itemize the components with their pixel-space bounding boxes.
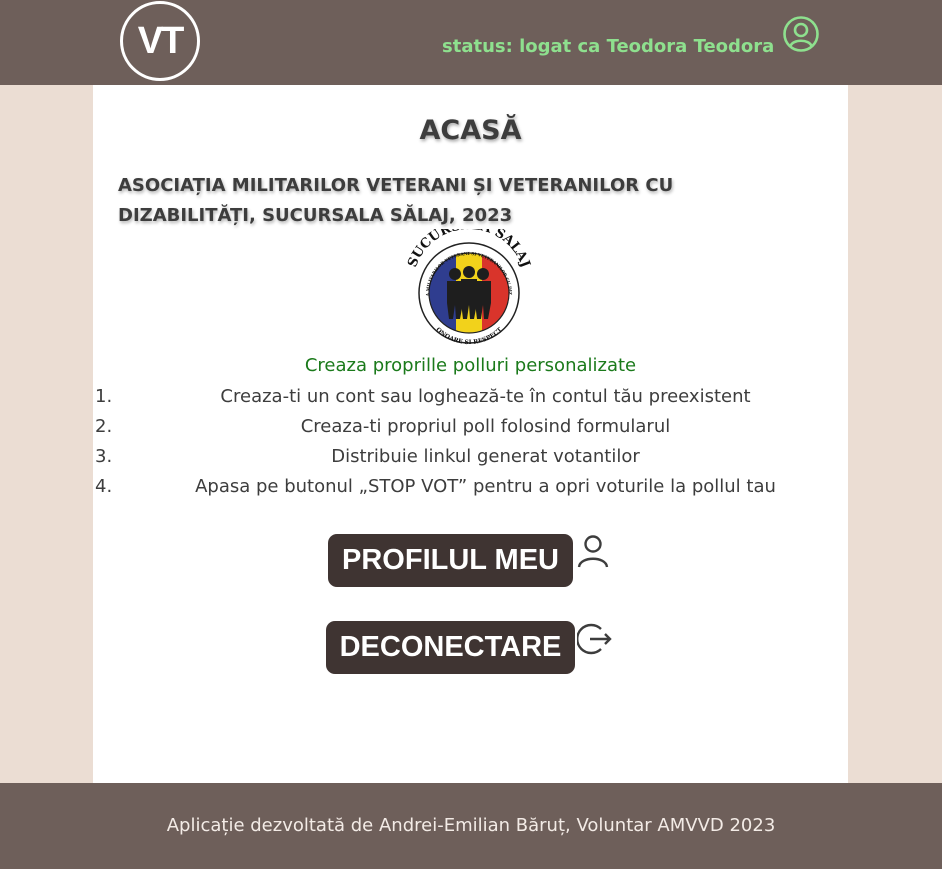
- user-icon[interactable]: [575, 533, 611, 569]
- list-item: 4. Apasa pe butonul „STOP VOT” pentru a …: [93, 475, 848, 505]
- list-item: 1. Creaza-ti un cont sau loghează-te în …: [93, 385, 848, 415]
- logout-button[interactable]: DECONECTARE: [326, 621, 575, 674]
- section-subtitle: Creaza proprille polluri personalizate: [304, 355, 637, 376]
- organization-name: ASOCIAȚIA MILITARILOR VETERANI ȘI VETERA…: [118, 175, 674, 226]
- list-item: 3. Distribuie linkul generat votantilor: [93, 445, 848, 475]
- user-circle-icon[interactable]: [782, 15, 820, 53]
- step-text: Apasa pe butonul „STOP VOT” pentru a opr…: [195, 476, 776, 497]
- step-number: 3.: [95, 446, 113, 467]
- top-header: VT status: logat ca Teodora Teodora: [0, 0, 942, 85]
- step-text: Creaza-ti un cont sau loghează-te în con…: [220, 386, 751, 407]
- main-content: ACASĂ ASOCIAȚIA MILITARILOR VETERANI ȘI …: [93, 85, 848, 783]
- step-number: 1.: [95, 386, 113, 407]
- profile-button[interactable]: PROFILUL MEU: [328, 534, 573, 587]
- login-status: status: logat ca Teodora Teodora: [442, 36, 775, 57]
- page-footer: Aplicație dezvoltată de Andrei-Emilian B…: [0, 783, 942, 869]
- step-number: 4.: [95, 476, 113, 497]
- vt-logo[interactable]: VT: [120, 1, 200, 81]
- page-title: ACASĂ: [419, 115, 522, 146]
- logout-icon[interactable]: [577, 621, 613, 657]
- steps-list: 1. Creaza-ti un cont sau loghează-te în …: [93, 385, 848, 505]
- list-item: 2. Creaza-ti propriul poll folosind form…: [93, 415, 848, 445]
- footer-credits: Aplicație dezvoltată de Andrei-Emilian B…: [166, 815, 776, 836]
- sucursala-salaj-emblem: SUCURSALA SALAJ ASOCIATIA MILITARILOR VE…: [405, 229, 533, 346]
- step-text: Distribuie linkul generat votantilor: [331, 446, 640, 467]
- step-text: Creaza-ti propriul poll folosind formula…: [300, 416, 671, 437]
- step-number: 2.: [95, 416, 113, 437]
